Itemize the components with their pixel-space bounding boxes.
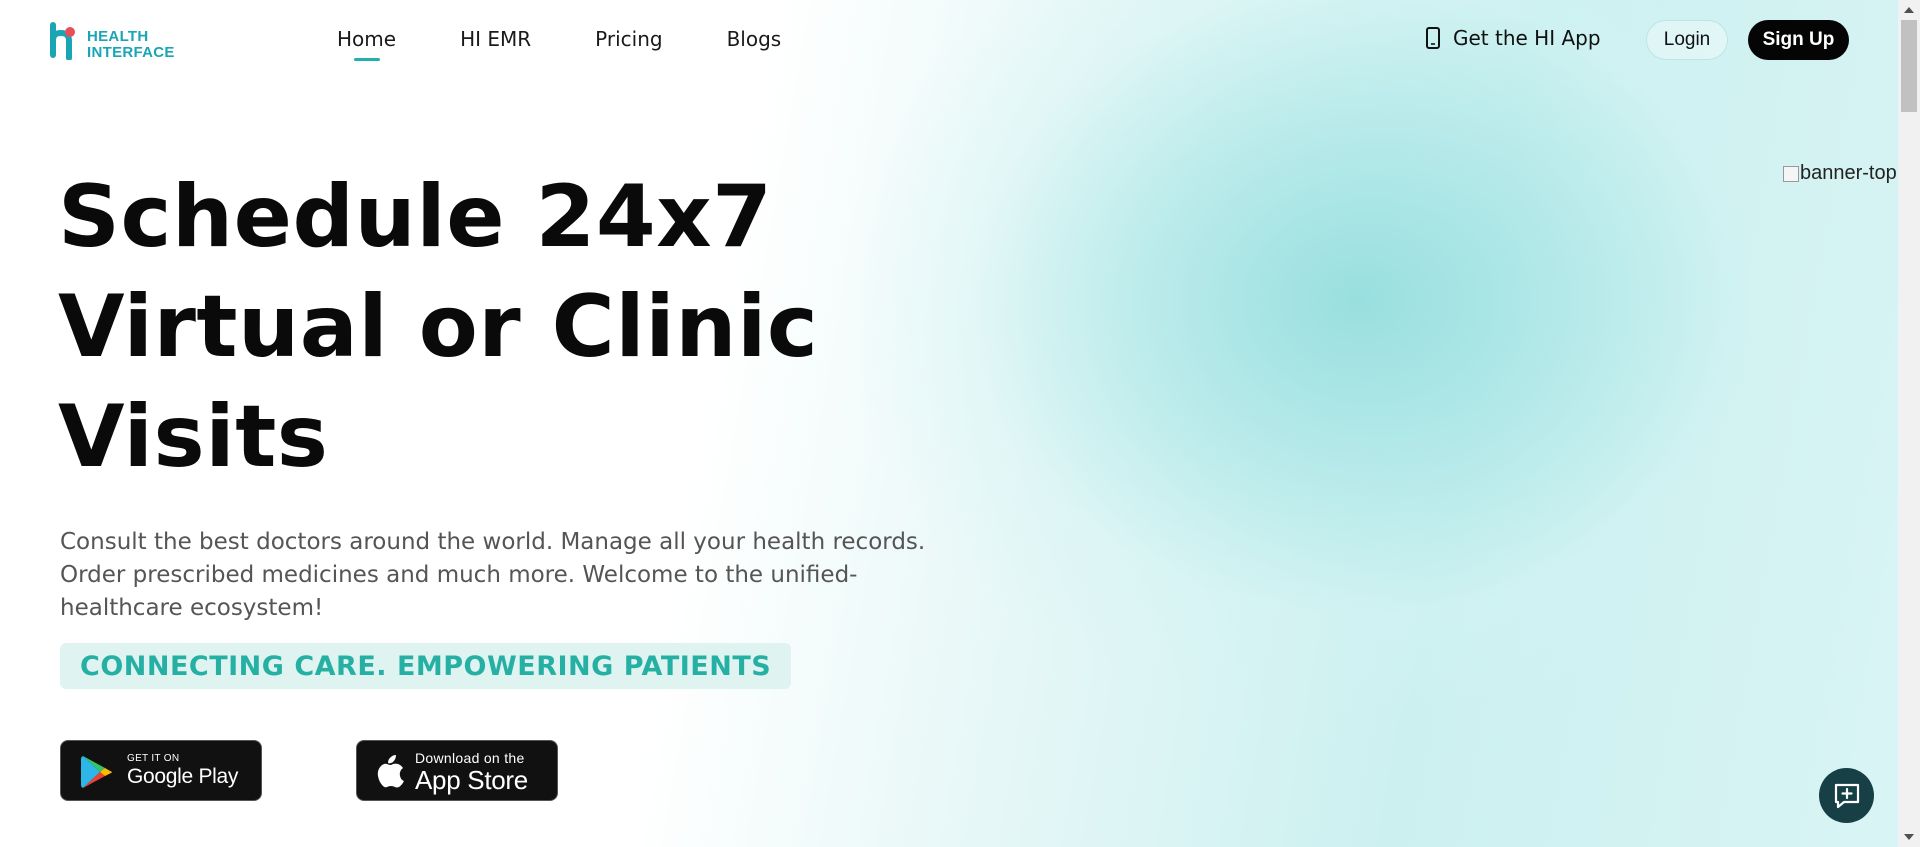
- get-app-label: Get the HI App: [1453, 26, 1601, 50]
- brand-line2: INTERFACE: [87, 44, 175, 61]
- nav-item-hi-emr[interactable]: HI EMR: [460, 27, 531, 51]
- banner-top-image: banner-top: [1783, 162, 1897, 185]
- hero-title-line: Virtual or Clinic: [58, 277, 819, 377]
- google-play-icon: [81, 756, 112, 788]
- scroll-down-arrow-icon[interactable]: [1898, 827, 1920, 847]
- google-play-small-text: GET IT ON: [127, 753, 180, 764]
- health-interface-logo-icon: [50, 22, 75, 60]
- scroll-up-arrow-icon[interactable]: [1898, 0, 1920, 20]
- nav-item-pricing[interactable]: Pricing: [595, 27, 662, 51]
- site-header: HEALTH INTERFACE Home HI EMR Pricing Blo…: [0, 0, 1898, 80]
- app-store-small-text: Download on the: [415, 750, 525, 766]
- nav-item-blogs[interactable]: Blogs: [727, 27, 782, 51]
- brand-name: HEALTH INTERFACE: [87, 29, 175, 61]
- brand-line1: HEALTH: [87, 28, 149, 45]
- broken-image-icon: [1783, 165, 1799, 182]
- hero-description: Consult the best doctors around the worl…: [60, 529, 926, 621]
- login-button[interactable]: Login: [1646, 20, 1728, 60]
- mobile-phone-icon: [1426, 27, 1440, 49]
- brand-logo[interactable]: HEALTH INTERFACE: [48, 18, 188, 62]
- chat-plus-icon: [1834, 783, 1859, 808]
- main-nav: Home HI EMR Pricing Blogs: [337, 27, 845, 51]
- hero-title-line: Schedule 24x7: [58, 167, 773, 267]
- app-store-button[interactable]: Download on the App Store: [356, 740, 558, 801]
- signup-button[interactable]: Sign Up: [1748, 20, 1849, 60]
- chat-button[interactable]: [1819, 768, 1874, 823]
- google-play-big-text: Google Play: [127, 765, 239, 788]
- hero-title-line: Visits: [58, 387, 329, 487]
- nav-item-home[interactable]: Home: [337, 27, 396, 51]
- app-store-big-text: App Store: [415, 765, 528, 795]
- page-scrollbar[interactable]: [1898, 0, 1920, 847]
- hero-tagline: CONNECTING CARE. EMPOWERING PATIENTS: [60, 643, 792, 689]
- scrollbar-thumb[interactable]: [1901, 20, 1917, 112]
- banner-alt-text: banner-top: [1800, 162, 1897, 184]
- apple-icon: [377, 755, 404, 788]
- hero-title: Schedule 24x7 Virtual or Clinic Visits: [58, 162, 958, 492]
- google-play-button[interactable]: GET IT ON Google Play: [60, 740, 262, 801]
- get-app-link[interactable]: Get the HI App: [1425, 26, 1601, 50]
